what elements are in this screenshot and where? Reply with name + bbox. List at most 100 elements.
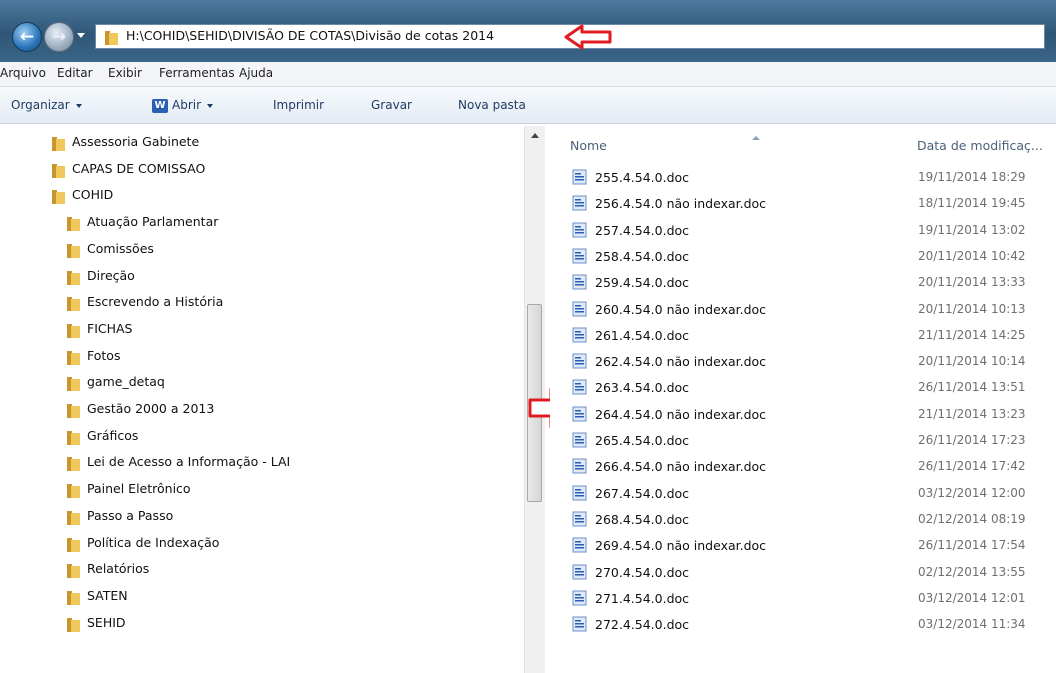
folder-icon	[67, 590, 80, 605]
folder-icon	[67, 404, 80, 418]
file-date: 02/12/2014 08:19	[918, 511, 1026, 526]
tree-item-label: Painel Eletrônico	[87, 481, 191, 497]
file-row[interactable]: 267.4.54.0.doc 03/12/2014 12:00	[550, 483, 1056, 507]
folder-icon	[67, 243, 80, 258]
file-name: 270.4.54.0.doc	[595, 564, 690, 580]
file-row[interactable]: 258.4.54.0.doc 20/11/2014 10:42	[550, 246, 1056, 270]
file-name: 262.4.54.0 não indexar.doc	[595, 354, 767, 370]
file-name: 258.4.54.0.doc	[595, 248, 690, 264]
file-name: 259.4.54.0.doc	[595, 275, 690, 291]
file-name: 260.4.54.0 não indexar.doc	[595, 301, 767, 317]
file-date: 19/11/2014 13:02	[918, 222, 1026, 237]
burn-button[interactable]: Gravar	[371, 98, 412, 112]
doc-file-icon	[572, 169, 587, 185]
file-row[interactable]: 269.4.54.0 não indexar.doc 26/11/2014 17:…	[550, 535, 1056, 559]
tree-item-label: Assessoria Gabinete	[72, 134, 200, 149]
file-date: 21/11/2014 14:25	[918, 327, 1026, 342]
file-row[interactable]: 266.4.54.0 não indexar.doc 26/11/2014 17:…	[550, 456, 1056, 480]
doc-file-icon	[572, 564, 587, 579]
title-bar: ← → H:\COHID\SEHID\DIVISÃO DE COTAS\Divi…	[0, 0, 1056, 62]
file-name: 265.4.54.0.doc	[595, 433, 690, 448]
forward-arrow-icon[interactable]: →	[44, 22, 74, 52]
print-button[interactable]: Imprimir	[273, 98, 324, 112]
file-name: 263.4.54.0.doc	[595, 380, 690, 396]
doc-file-icon	[572, 485, 587, 501]
file-date: 20/11/2014 10:42	[918, 248, 1026, 263]
file-row[interactable]: 256.4.54.0 não indexar.doc 18/11/2014 19:…	[550, 193, 1056, 217]
new-folder-button[interactable]: Nova pasta	[458, 98, 526, 112]
file-list: Nome Data de modificaç... 255.4.54.0.doc…	[550, 124, 1056, 673]
organize-button[interactable]: Organizar	[11, 98, 82, 112]
file-row[interactable]: 271.4.54.0.doc 03/12/2014 12:01	[550, 588, 1056, 612]
file-row[interactable]: 260.4.54.0 não indexar.doc 20/11/2014 10:…	[550, 299, 1056, 323]
column-header-name[interactable]: Nome	[570, 136, 760, 153]
file-date: 02/12/2014 13:55	[918, 564, 1026, 579]
tree-item-label: game_detaq	[87, 374, 165, 390]
doc-file-icon	[572, 590, 587, 606]
file-date: 26/11/2014 17:42	[918, 459, 1026, 474]
folder-icon	[67, 617, 80, 632]
tree-item-label: CAPAS DE COMISSAO	[72, 160, 206, 176]
file-date: 19/11/2014 18:29	[918, 170, 1026, 184]
file-row[interactable]: 272.4.54.0.doc 03/12/2014 11:34	[550, 614, 1056, 638]
doc-file-icon	[572, 511, 587, 527]
menu-exibir[interactable]: Exibir	[108, 66, 142, 80]
file-date: 03/12/2014 12:01	[918, 590, 1026, 605]
file-row[interactable]: 261.4.54.0.doc 21/11/2014 14:25	[550, 325, 1056, 349]
file-row[interactable]: 255.4.54.0.doc 19/11/2014 18:29	[550, 167, 1056, 191]
history-dropdown-icon[interactable]	[77, 33, 85, 38]
file-name: 256.4.54.0 não indexar.doc	[595, 196, 767, 212]
address-path: H:\COHID\SEHID\DIVISÃO DE COTAS\Divisão …	[126, 28, 495, 43]
tree-item-label: Gráficos	[87, 427, 139, 443]
tree-item-label: Passo a Passo	[87, 507, 174, 523]
folder-icon	[67, 270, 80, 285]
file-row[interactable]: 270.4.54.0.doc 02/12/2014 13:55	[550, 562, 1056, 586]
file-name: 269.4.54.0 não indexar.doc	[595, 538, 767, 554]
word-icon: W	[152, 98, 168, 113]
file-date: 20/11/2014 10:14	[918, 354, 1026, 369]
file-row[interactable]: 262.4.54.0 não indexar.doc 20/11/2014 10:…	[550, 351, 1056, 375]
folder-icon	[67, 484, 80, 499]
tree-item-label: Direção	[87, 267, 135, 283]
tree-item-label: Escrevendo a História	[87, 294, 224, 310]
file-row[interactable]: 265.4.54.0.doc 26/11/2014 17:23	[550, 430, 1056, 454]
folder-icon	[67, 564, 80, 579]
file-row[interactable]: 268.4.54.0.doc 02/12/2014 08:19	[550, 509, 1056, 533]
file-name: 266.4.54.0 não indexar.doc	[595, 459, 767, 475]
menu-editar[interactable]: Editar	[57, 66, 93, 80]
folder-icon	[67, 430, 80, 445]
file-date: 21/11/2014 13:23	[918, 406, 1026, 421]
command-bar: Organizar W Abrir Imprimir Gravar Nova pa…	[0, 87, 1056, 124]
folder-icon	[52, 137, 65, 151]
scroll-up-icon[interactable]	[531, 133, 539, 138]
file-date: 18/11/2014 19:45	[918, 196, 1026, 211]
file-date: 20/11/2014 10:13	[918, 301, 1026, 316]
sort-ascending-icon	[752, 136, 760, 140]
tree-item-label: FICHAS	[87, 320, 133, 336]
file-row[interactable]: 259.4.54.0.doc 20/11/2014 13:33	[550, 272, 1056, 296]
annotation-arrow-icon	[564, 24, 612, 50]
file-date: 26/11/2014 17:54	[918, 538, 1026, 553]
file-row[interactable]: 257.4.54.0.doc 19/11/2014 13:02	[550, 220, 1056, 244]
folder-icon	[52, 163, 65, 178]
tree-item-label: Fotos	[87, 347, 121, 363]
file-date: 26/11/2014 17:23	[918, 433, 1026, 447]
file-name: 261.4.54.0.doc	[595, 327, 690, 343]
menu-arquivo[interactable]: Arquivo	[0, 66, 46, 80]
navigation-pane: Assessoria Gabinete CAPAS DE COMISSAO COHI…	[0, 124, 548, 673]
file-row[interactable]: 263.4.54.0.doc 26/11/2014 13:51	[550, 377, 1056, 401]
open-button[interactable]: W Abrir	[152, 98, 214, 113]
tree-item-label: SEHID	[87, 614, 126, 630]
folder-icon	[67, 323, 80, 338]
back-arrow-icon[interactable]: ←	[12, 22, 42, 52]
file-name: 264.4.54.0 não indexar.doc	[595, 406, 767, 422]
doc-file-icon	[572, 406, 587, 422]
file-row[interactable]: 264.4.54.0 não indexar.doc 21/11/2014 13:…	[550, 404, 1056, 428]
column-header-date[interactable]: Data de modificaç...	[917, 138, 1043, 153]
tree-item-label: Política de Indexação	[87, 534, 220, 550]
file-name: 268.4.54.0.doc	[595, 511, 690, 527]
folder-icon	[105, 31, 118, 45]
menu-ferramentas[interactable]: Ferramentas	[159, 66, 235, 80]
menu-ajuda[interactable]: Ajuda	[239, 66, 273, 80]
tree-item-label: SATEN	[87, 587, 128, 603]
